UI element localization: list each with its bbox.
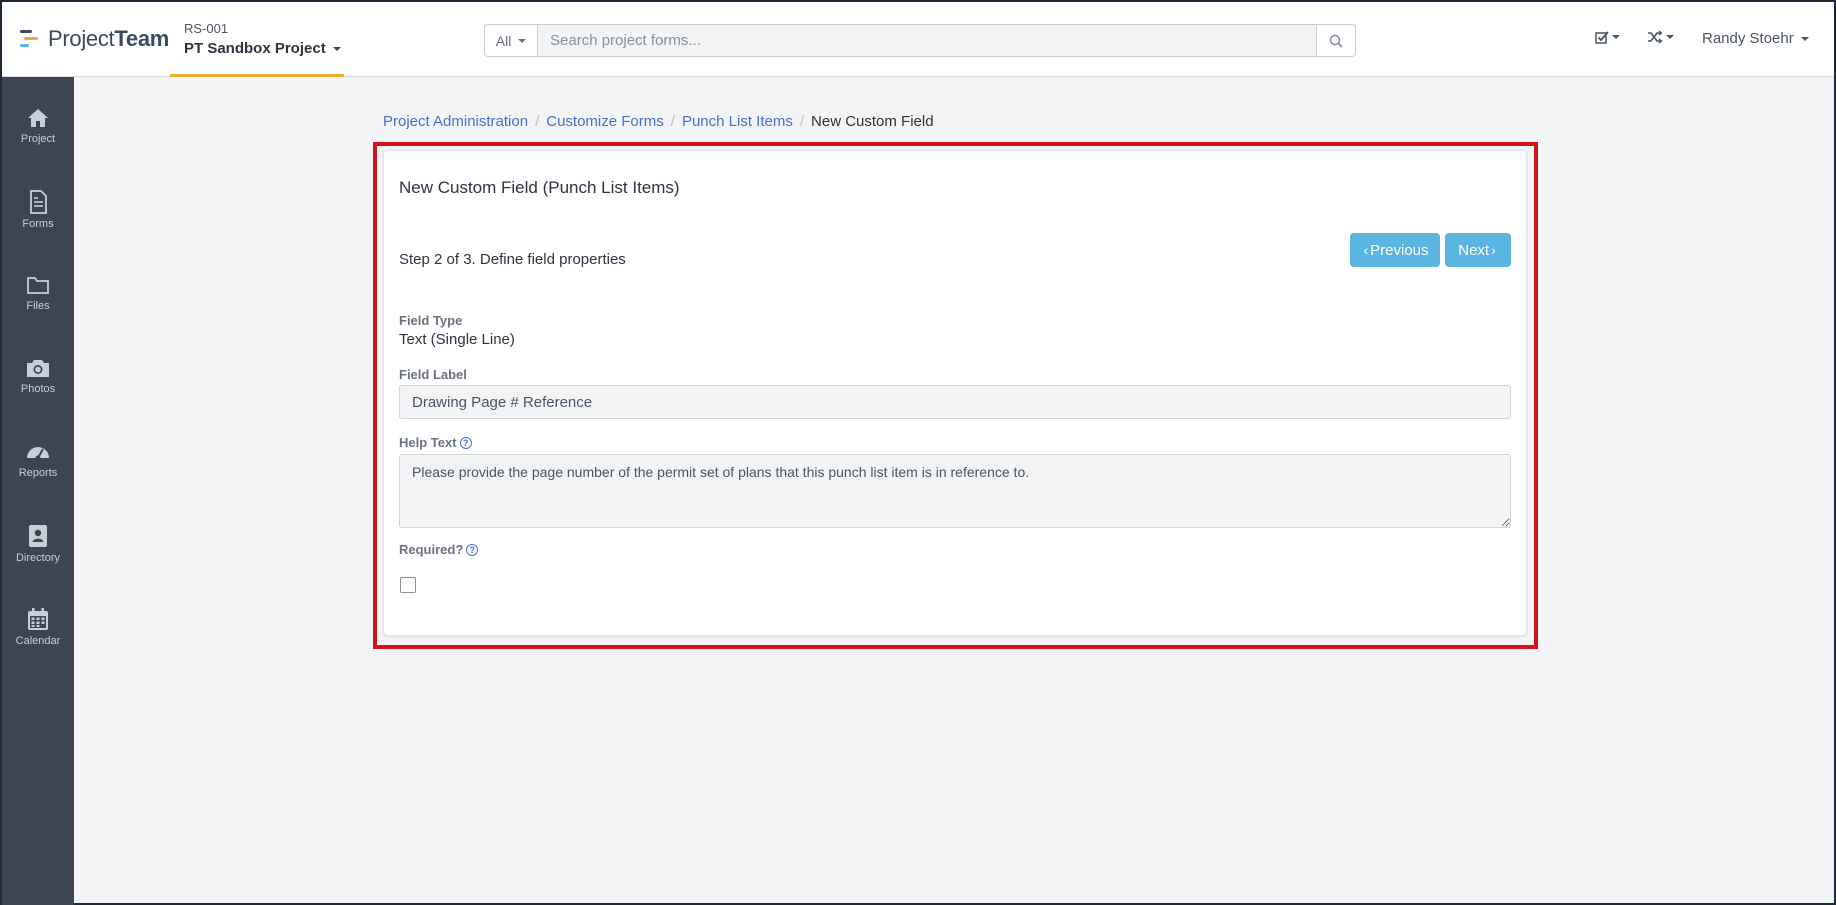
sidebar-item-directory[interactable]: Directory: [2, 524, 74, 590]
project-selector[interactable]: RS-001 PT Sandbox Project: [170, 2, 344, 77]
chevron-right-icon: ›: [1491, 242, 1496, 258]
breadcrumb-punch-list-items[interactable]: Punch List Items: [682, 113, 793, 130]
breadcrumb-separator: /: [670, 113, 675, 130]
step-indicator: Step 2 of 3. Define field properties: [399, 251, 626, 268]
project-name: PT Sandbox Project: [184, 40, 341, 57]
contact-book-icon: [29, 525, 47, 547]
field-label-input[interactable]: [399, 385, 1511, 419]
user-name: Randy Stoehr: [1702, 30, 1794, 47]
search-scope-dropdown[interactable]: All: [484, 24, 538, 57]
top-navigation-bar: ProjectTeam RS-001 PT Sandbox Project Al…: [2, 2, 1834, 77]
switch-menu[interactable]: [1647, 30, 1674, 44]
help-icon[interactable]: ?: [466, 543, 479, 556]
search-button[interactable]: [1316, 24, 1356, 57]
field-type-value: Text (Single Line): [399, 331, 515, 348]
breadcrumb-project-administration[interactable]: Project Administration: [383, 113, 528, 130]
help-text-label: Help Text?: [399, 435, 472, 450]
caret-down-icon: [1800, 37, 1809, 42]
home-icon: [28, 109, 48, 127]
tasks-menu[interactable]: [1595, 30, 1620, 44]
caret-down-icon: [1612, 35, 1620, 39]
help-text-input[interactable]: Please provide the page number of the pe…: [399, 454, 1511, 528]
user-menu[interactable]: Randy Stoehr: [1702, 30, 1809, 47]
search-input[interactable]: [538, 24, 1316, 57]
sidebar-item-project[interactable]: Project: [2, 107, 74, 173]
checkbox-check-icon: [1595, 31, 1609, 44]
sidebar-item-files[interactable]: Files: [2, 274, 74, 340]
breadcrumb-current: New Custom Field: [811, 113, 934, 130]
breadcrumb-separator: /: [535, 113, 540, 130]
required-label: Required??: [399, 542, 479, 557]
field-type-label: Field Type: [399, 313, 463, 328]
caret-down-icon: [332, 47, 341, 52]
sidebar-item-forms[interactable]: Forms: [2, 190, 74, 256]
project-code: RS-001: [184, 21, 229, 36]
document-icon: [30, 190, 47, 214]
breadcrumb: Project Administration / Customize Forms…: [383, 113, 934, 130]
caret-down-icon: [1666, 35, 1674, 39]
calendar-icon: [28, 608, 48, 630]
sidebar: Project Forms Files Photos Reports Direc…: [2, 77, 74, 905]
search-icon: [1329, 34, 1343, 48]
sidebar-item-calendar[interactable]: Calendar: [2, 607, 74, 673]
field-label-label: Field Label: [399, 367, 467, 382]
custom-field-card: New Custom Field (Punch List Items) Step…: [383, 150, 1527, 636]
logo-mark-icon: [20, 29, 42, 49]
breadcrumb-separator: /: [799, 113, 805, 130]
sidebar-item-photos[interactable]: Photos: [2, 357, 74, 423]
sidebar-item-reports[interactable]: Reports: [2, 441, 74, 507]
breadcrumb-customize-forms[interactable]: Customize Forms: [546, 113, 664, 130]
previous-button[interactable]: ‹ Previous: [1350, 233, 1440, 267]
folder-icon: [27, 277, 49, 294]
required-checkbox[interactable]: [400, 577, 416, 593]
search-bar: All: [484, 24, 1356, 57]
help-icon[interactable]: ?: [459, 436, 472, 449]
shuffle-icon: [1648, 30, 1663, 44]
projectteam-logo[interactable]: ProjectTeam: [20, 26, 169, 52]
caret-down-icon: [518, 38, 527, 43]
camera-icon: [27, 360, 49, 377]
next-button[interactable]: Next ›: [1445, 233, 1511, 267]
chevron-left-icon: ‹: [1363, 242, 1369, 258]
card-title: New Custom Field (Punch List Items): [399, 178, 680, 197]
gauge-icon: [27, 447, 49, 461]
logo-text: ProjectTeam: [48, 26, 170, 51]
